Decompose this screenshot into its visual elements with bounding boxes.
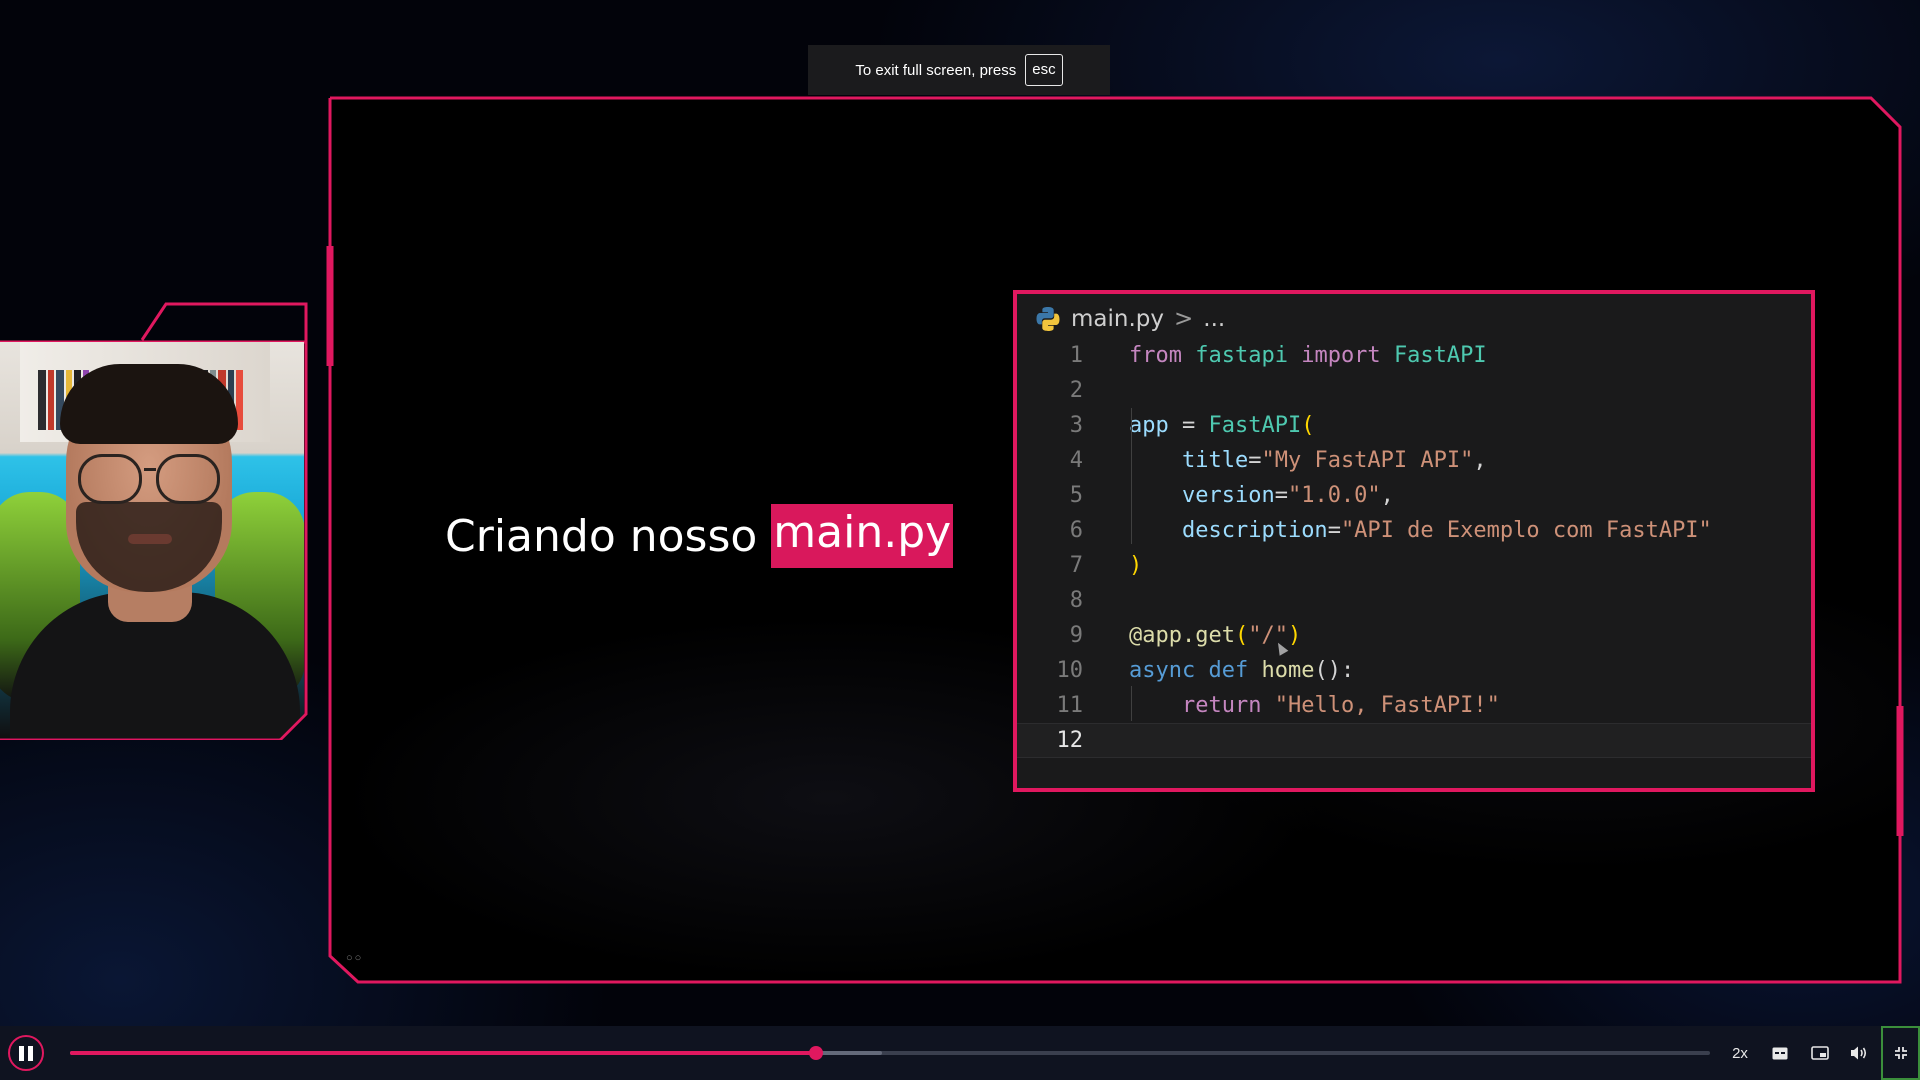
seek-progress (70, 1051, 817, 1055)
line-number: 9 (1069, 623, 1083, 648)
code-line: 4 title="My FastAPI API", (1017, 443, 1811, 478)
line-number: 3 (1069, 413, 1083, 438)
code-text: app = FastAPI( (1129, 413, 1315, 438)
picture-in-picture-button[interactable] (1806, 1039, 1834, 1067)
code-text: version="1.0.0", (1181, 483, 1394, 508)
playback-speed-label: 2x (1732, 1044, 1748, 1062)
line-number: 7 (1069, 553, 1083, 578)
code-line: 6 description="API de Exemplo com FastAP… (1017, 513, 1811, 548)
code-editor: main.py > ... 1 from fastapi import Fast… (1013, 290, 1815, 792)
volume-icon (1851, 1046, 1867, 1060)
code-line: 3 app = FastAPI( (1017, 408, 1811, 443)
line-number: 6 (1069, 518, 1083, 543)
editor-breadcrumb: main.py > ... (1035, 304, 1225, 334)
python-icon (1035, 306, 1061, 332)
glasses (78, 454, 142, 504)
line-number: 5 (1069, 483, 1083, 508)
code-line: 11 return "Hello, FastAPI!" (1017, 688, 1811, 723)
code-line: 1 from fastapi import FastAPI (1017, 338, 1811, 373)
breadcrumb-ellipsis: ... (1203, 306, 1226, 332)
code-lines: 1 from fastapi import FastAPI 2 3 app = … (1017, 338, 1811, 758)
code-line: 9 @app.get("/") (1017, 618, 1811, 653)
line-number: 8 (1069, 588, 1083, 613)
code-line: 7 ) (1017, 548, 1811, 583)
editor-file-name: main.py (1071, 306, 1164, 332)
code-line: 5 version="1.0.0", (1017, 478, 1811, 513)
webcam-video (0, 342, 304, 738)
code-text: title="My FastAPI API", (1181, 448, 1487, 473)
code-text: async def home(): (1129, 658, 1355, 683)
volume-button[interactable] (1845, 1039, 1873, 1067)
pause-icon (19, 1045, 24, 1061)
line-number: 11 (1056, 693, 1084, 718)
captions-button[interactable] (1766, 1039, 1794, 1067)
code-line: 10 async def home(): (1017, 653, 1811, 688)
code-line: 2 (1017, 373, 1811, 408)
slide-corner-marks: ○○ (346, 952, 364, 964)
exit-fullscreen-icon (1894, 1047, 1907, 1059)
picture-in-picture-icon (1811, 1046, 1829, 1060)
fullscreen-toast: To exit full screen, press esc (808, 45, 1110, 95)
video-stage: Criando nosso main.py main.py > ... 1 fr… (0, 0, 1920, 1026)
esc-key: esc (1025, 54, 1063, 86)
line-number: 1 (1069, 343, 1083, 368)
line-number: 12 (1056, 728, 1084, 753)
exit-fullscreen-button[interactable] (1881, 1026, 1920, 1080)
chevron-right-icon: > (1174, 306, 1194, 332)
playback-speed-button[interactable]: 2x (1722, 1039, 1758, 1067)
fullscreen-toast-text: To exit full screen, press (855, 61, 1017, 79)
slide-title: Criando nosso main.py (445, 504, 954, 568)
code-text: ) (1129, 553, 1143, 578)
seek-handle[interactable] (809, 1046, 824, 1060)
code-text: description="API de Exemplo com FastAPI" (1181, 518, 1712, 543)
code-line-current: 12 (1017, 723, 1811, 758)
indent-guide (1131, 686, 1132, 721)
pause-button[interactable] (8, 1035, 44, 1071)
captions-icon (1772, 1047, 1788, 1059)
line-number: 10 (1056, 658, 1084, 683)
indent-guide (1131, 408, 1132, 544)
code-text: return "Hello, FastAPI!" (1181, 693, 1500, 718)
seek-bar[interactable] (70, 1046, 1710, 1060)
slide-title-highlight: main.py (771, 504, 954, 568)
code-line: 8 (1017, 583, 1811, 618)
code-text: from fastapi import FastAPI (1129, 343, 1487, 368)
line-number: 2 (1069, 378, 1083, 403)
player-controls: 2x (0, 1026, 1920, 1080)
line-number: 4 (1069, 448, 1083, 473)
slide-title-text: Criando nosso (445, 510, 758, 562)
